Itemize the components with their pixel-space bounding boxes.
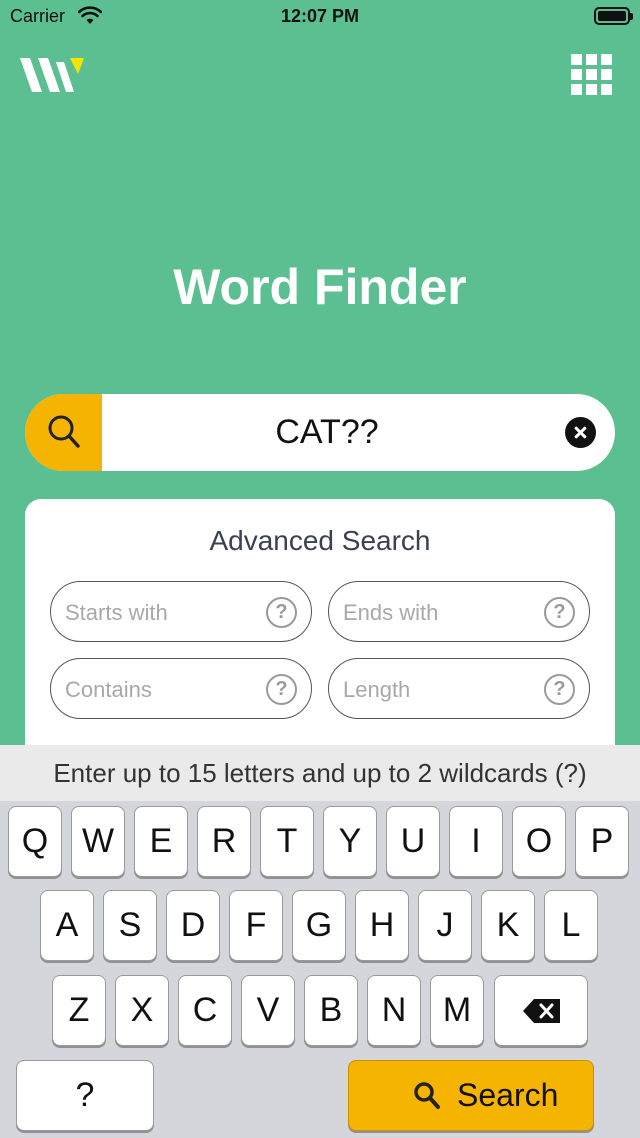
key-z[interactable]: Z <box>52 975 106 1046</box>
grid-dot <box>571 54 582 65</box>
backspace-key[interactable] <box>494 975 588 1046</box>
grid-dot <box>586 69 597 80</box>
field-placeholder: Contains <box>65 677 152 702</box>
help-icon[interactable]: ? <box>544 597 575 628</box>
grid-menu-icon[interactable] <box>571 54 613 96</box>
search-button[interactable]: Search <box>348 1060 594 1131</box>
w-logo[interactable] <box>18 52 88 96</box>
ends-with-field[interactable]: Ends with ? <box>328 581 590 642</box>
key-y[interactable]: Y <box>323 806 377 877</box>
backspace-icon <box>523 999 560 1023</box>
key-x[interactable]: X <box>115 975 169 1046</box>
advanced-search-title: Advanced Search <box>209 525 431 556</box>
status-bar: Carrier 12:07 PM <box>0 0 640 34</box>
grid-dot <box>586 84 597 95</box>
clock: 12:07 PM <box>280 6 360 26</box>
key-l[interactable]: L <box>544 890 598 961</box>
key-t[interactable]: T <box>260 806 314 877</box>
battery-icon <box>594 7 633 25</box>
length-field[interactable]: Length ? <box>328 658 590 719</box>
wildcard-key[interactable]: ? <box>16 1060 154 1131</box>
search-icon-button[interactable] <box>25 394 102 471</box>
key-r[interactable]: R <box>197 806 251 877</box>
grid-dot <box>586 54 597 65</box>
grid-dot <box>571 84 582 95</box>
page-title: Word Finder <box>173 259 467 315</box>
search-input[interactable] <box>102 394 552 471</box>
search-icon <box>48 415 80 448</box>
key-d[interactable]: D <box>166 890 220 961</box>
key-m[interactable]: M <box>430 975 484 1046</box>
help-icon[interactable]: ? <box>266 674 297 705</box>
key-q[interactable]: Q <box>8 806 62 877</box>
key-o[interactable]: O <box>512 806 566 877</box>
grid-dot <box>601 84 612 95</box>
key-w[interactable]: W <box>71 806 125 877</box>
key-g[interactable]: G <box>292 890 346 961</box>
search-icon <box>414 1082 440 1109</box>
grid-dot <box>571 69 582 80</box>
key-v[interactable]: V <box>241 975 295 1046</box>
help-icon[interactable]: ? <box>544 674 575 705</box>
field-placeholder: Length <box>343 677 411 702</box>
key-f[interactable]: F <box>229 890 283 961</box>
clear-icon[interactable] <box>565 417 596 448</box>
search-button-label: Search <box>457 1077 559 1113</box>
key-s[interactable]: S <box>103 890 157 961</box>
field-placeholder: Ends with <box>343 600 439 625</box>
key-u[interactable]: U <box>386 806 440 877</box>
key-i[interactable]: I <box>449 806 503 877</box>
advanced-search-card: Advanced Search Starts with ? Ends with … <box>25 499 615 769</box>
starts-with-field[interactable]: Starts with ? <box>50 581 312 642</box>
key-a[interactable]: A <box>40 890 94 961</box>
search-bar <box>25 394 615 471</box>
key-b[interactable]: B <box>304 975 358 1046</box>
key-c[interactable]: C <box>178 975 232 1046</box>
custom-keyboard: Enter up to 15 letters and up to 2 wildc… <box>0 745 640 1138</box>
key-h[interactable]: H <box>355 890 409 961</box>
key-n[interactable]: N <box>367 975 421 1046</box>
key-j[interactable]: J <box>418 890 472 961</box>
key-k[interactable]: K <box>481 890 535 961</box>
grid-dot <box>601 69 612 80</box>
grid-dot <box>601 54 612 65</box>
key-e[interactable]: E <box>134 806 188 877</box>
key-p[interactable]: P <box>575 806 629 877</box>
help-icon[interactable]: ? <box>266 597 297 628</box>
field-placeholder: Starts with <box>65 600 168 625</box>
contains-field[interactable]: Contains ? <box>50 658 312 719</box>
keyboard-hint: Enter up to 15 letters and up to 2 wildc… <box>0 745 640 801</box>
